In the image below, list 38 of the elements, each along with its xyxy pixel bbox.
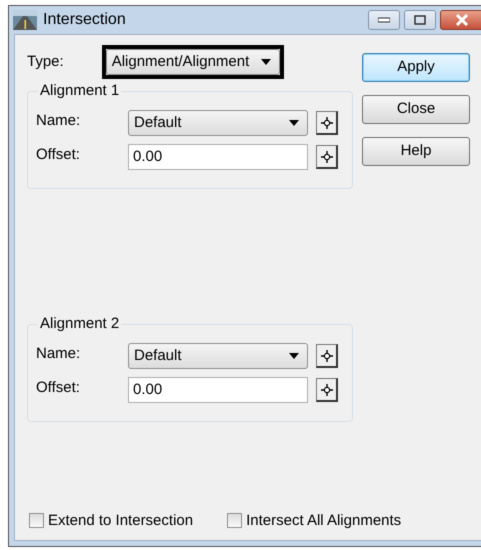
caret-icon bbox=[260, 59, 271, 65]
dialog-button[interactable]: Close bbox=[362, 95, 470, 124]
pick-button[interactable] bbox=[316, 378, 338, 402]
close-icon bbox=[455, 14, 469, 26]
maximize-button[interactable] bbox=[404, 10, 436, 30]
group-title: Alignment 2 bbox=[38, 315, 122, 333]
caret-icon bbox=[289, 353, 299, 359]
checkbox-label: Extend to Intersection bbox=[48, 510, 194, 530]
field-label: Offset: bbox=[36, 145, 81, 165]
road-icon bbox=[13, 10, 37, 30]
window-title: Intersection bbox=[43, 10, 126, 30]
field-label: Name: bbox=[36, 344, 82, 364]
caret-icon bbox=[289, 120, 299, 126]
crosshair-icon bbox=[320, 382, 334, 396]
field-label: Name: bbox=[36, 111, 82, 131]
checkbox-label: Intersect All Alignments bbox=[246, 510, 402, 530]
pick-button[interactable] bbox=[316, 145, 338, 169]
minimize-icon bbox=[378, 17, 390, 23]
field-label: Offset: bbox=[36, 378, 81, 398]
name-dropdown[interactable]: Default bbox=[128, 343, 308, 369]
offset-field[interactable]: 0.00 bbox=[128, 144, 308, 170]
maximize-icon bbox=[414, 15, 426, 25]
crosshair-icon bbox=[320, 348, 334, 362]
minimize-button[interactable] bbox=[368, 10, 400, 30]
crosshair-icon bbox=[320, 150, 334, 164]
type-label: Type: bbox=[27, 52, 64, 72]
name-dropdown[interactable]: Default bbox=[128, 110, 308, 136]
crosshair-icon bbox=[320, 116, 334, 130]
close-button[interactable] bbox=[440, 10, 481, 30]
checkbox[interactable] bbox=[227, 513, 242, 528]
dialog-button[interactable]: Apply bbox=[362, 53, 470, 82]
offset-field[interactable]: 0.00 bbox=[128, 377, 308, 403]
pick-button[interactable] bbox=[316, 111, 338, 135]
checkbox[interactable] bbox=[29, 513, 44, 528]
type-dropdown[interactable]: Alignment/Alignment bbox=[106, 49, 280, 75]
dialog-button[interactable]: Help bbox=[362, 137, 470, 166]
group-title: Alignment 1 bbox=[38, 82, 122, 100]
pick-button[interactable] bbox=[316, 344, 338, 368]
